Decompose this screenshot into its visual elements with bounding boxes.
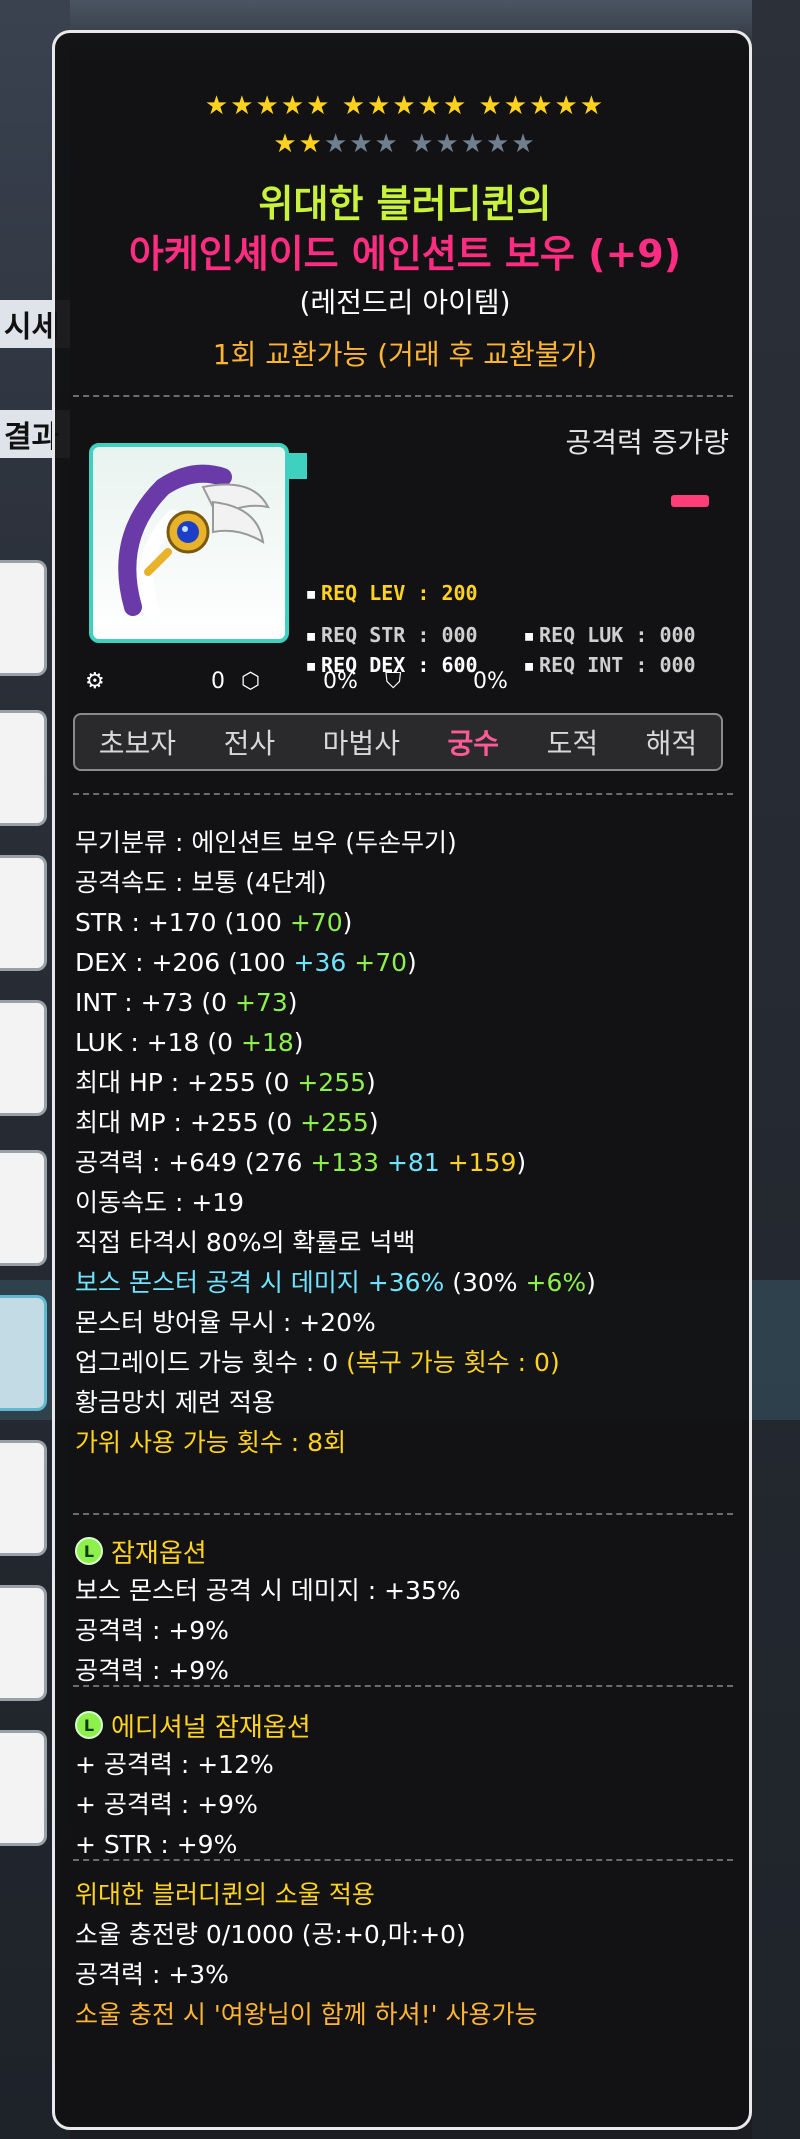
- attack-increase-label: 공격력 증가량: [565, 426, 729, 459]
- bg-item-thumb[interactable]: [0, 855, 47, 971]
- stat-move-speed: 이동속도 : +19: [75, 1188, 245, 1217]
- stat-attack: 공격력 : +649 (276 +133 +81 +159): [75, 1148, 527, 1177]
- job-beginner: 초보자: [98, 727, 177, 760]
- item-rank: (레전드리 아이템): [299, 286, 511, 319]
- additional-potential-title: L 에디셔널 잠재옵션: [75, 1705, 735, 1745]
- bow-icon: [118, 464, 270, 619]
- additional-potential-section: L 에디셔널 잠재옵션 + 공격력 : +12% + 공격력 : +9% + ST…: [75, 1705, 735, 1865]
- bg-item-thumb[interactable]: [0, 1150, 47, 1266]
- stat-int: INT : +73 (0 +73): [75, 988, 298, 1017]
- stat-dex: DEX : +206 (100 +36 +70): [75, 948, 417, 977]
- legendary-grade-icon: L: [75, 1711, 103, 1739]
- bg-item-thumb[interactable]: [0, 560, 47, 676]
- bg-item-thumb[interactable]: [0, 710, 47, 826]
- bg-item-thumb[interactable]: [0, 1585, 47, 1701]
- job-requirement-bar: 초보자 전사 마법사 궁수 도적 해적: [73, 713, 723, 771]
- item-trade-info: 1회 교환가능 (거래 후 교환불가): [212, 338, 598, 371]
- bg-item-thumb[interactable]: [0, 1730, 47, 1846]
- soul-skill: 소울 충전 시 '여왕님이 함께 하셔!' 사용가능: [75, 2000, 538, 2029]
- bg-item-thumb[interactable]: [0, 1000, 47, 1116]
- req-luk: ▪ REQ LUK : 000: [523, 623, 696, 647]
- job-bowman: 궁수: [447, 727, 500, 760]
- small-value: 0: [211, 669, 225, 694]
- job-pirate: 해적: [645, 727, 698, 760]
- stat-max-hp: 최대 HP : +255 (0 +255): [75, 1068, 376, 1097]
- item-extra-stats: ⚙ 0 ⬡ 0% ⛉ 0%: [85, 669, 725, 699]
- starforce-row-2: ★★★★★ ★★★★★: [55, 129, 755, 159]
- stat-knockback: 직접 타격시 80%의 확률로 넉백: [75, 1228, 416, 1257]
- stat-boss-damage: 보스 몬스터 공격 시 데미지 +36% (30% +6%): [75, 1268, 596, 1297]
- item-stats: 무기분류 : 에인션트 보우 (두손무기) 공격속도 : 보통 (4단계) ST…: [75, 823, 735, 1463]
- stat-ignore-defense: 몬스터 방어율 무시 : +20%: [75, 1308, 376, 1337]
- soul-section: 위대한 블러디퀸의 소울 적용 소울 충전량 0/1000 (공:+0,마:+0…: [75, 1875, 735, 2035]
- small-value: 0%: [473, 669, 508, 694]
- item-title-prefix: 위대한 블러디퀸의: [258, 182, 552, 226]
- stat-max-mp: 최대 MP : +255 (0 +255): [75, 1108, 379, 1137]
- stat-upgrade-count: 업그레이드 가능 횟수 : 0 (복구 가능 횟수 : 0): [75, 1348, 560, 1377]
- soul-title: 위대한 블러디퀸의 소울 적용: [75, 1880, 375, 1909]
- potential-line: 공격력 : +9%: [75, 1616, 229, 1645]
- starforce-empty: ★★★ ★★★★★: [323, 129, 537, 159]
- item-title-name: 아케인셰이드 에인션트 보우 (+9): [128, 232, 682, 276]
- job-warrior: 전사: [223, 727, 276, 760]
- bg-item-thumb[interactable]: [0, 1440, 47, 1556]
- starforce-row-1: ★★★★★ ★★★★★ ★★★★★: [204, 91, 606, 121]
- stat-str: STR : +170 (100 +70): [75, 908, 353, 937]
- stat-luk: LUK : +18 (0 +18): [75, 1028, 304, 1057]
- divider: [73, 395, 733, 397]
- stat-attack-speed: 공격속도 : 보통 (4단계): [75, 868, 327, 897]
- legendary-grade-icon: L: [75, 1537, 103, 1565]
- starforce-filled: ★★: [273, 129, 324, 159]
- small-value: 0%: [323, 669, 358, 694]
- divider: [73, 1685, 733, 1687]
- background-right-panel: [752, 0, 800, 2139]
- divider: [73, 793, 733, 795]
- item-frame-flag: [285, 453, 307, 479]
- divider: [73, 1513, 733, 1515]
- potential-section: L 잠재옵션 보스 몬스터 공격 시 데미지 : +35% 공격력 : +9% 공…: [75, 1531, 735, 1691]
- soul-effect: 공격력 : +3%: [75, 1960, 229, 1989]
- additional-potential-line: + 공격력 : +12%: [75, 1750, 274, 1779]
- attack-increase-bar: [671, 495, 709, 507]
- growth-icon: ⚙: [85, 669, 105, 694]
- shield-icon: ⛉: [385, 669, 402, 694]
- stat-golden-hammer: 황금망치 제련 적용: [75, 1388, 275, 1417]
- potential-title: L 잠재옵션: [75, 1531, 735, 1571]
- soul-charge: 소울 충전량 0/1000 (공:+0,마:+0): [75, 1920, 466, 1949]
- job-thief: 도적: [546, 727, 599, 760]
- divider: [73, 1859, 733, 1861]
- req-level: ▪ REQ LEV : 200: [305, 581, 478, 605]
- item-tooltip: ★★★★★ ★★★★★ ★★★★★ ★★★★★ ★★★★★ 위대한 블러디퀸의 …: [52, 30, 752, 2130]
- job-magician: 마법사: [322, 727, 400, 760]
- stat-scissors: 가위 사용 가능 횟수 : 8회: [75, 1428, 347, 1457]
- cube-icon: ⬡: [241, 669, 261, 694]
- additional-potential-line: + 공격력 : +9%: [75, 1790, 258, 1819]
- stat-weapon-type: 무기분류 : 에인션트 보우 (두손무기): [75, 828, 457, 857]
- potential-line: 보스 몬스터 공격 시 데미지 : +35%: [75, 1576, 461, 1605]
- item-icon-frame: [89, 443, 289, 643]
- req-str: ▪ REQ STR : 000: [305, 623, 478, 647]
